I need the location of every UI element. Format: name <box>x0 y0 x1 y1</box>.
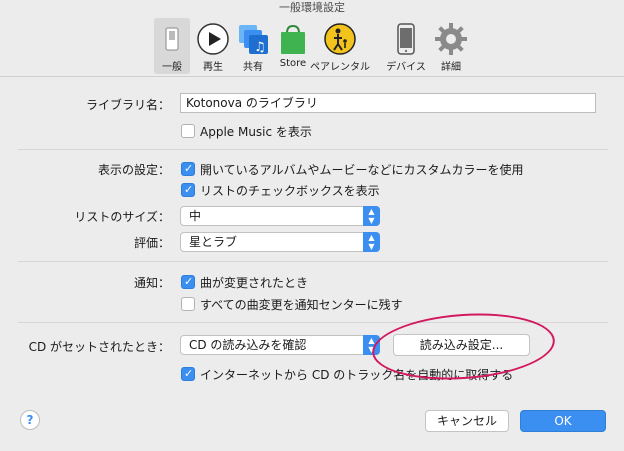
music-library-icon: ♫ <box>236 22 270 56</box>
tab-general[interactable]: 一般 <box>154 18 190 74</box>
notification-center-label: すべての曲変更を通知センターに残す <box>200 298 403 312</box>
cancel-button[interactable]: キャンセル <box>425 410 509 432</box>
rating-value: 星とラブ <box>189 235 238 249</box>
rating-select[interactable]: 星とラブ ▲ ▼ <box>180 232 380 252</box>
tab-parental[interactable]: ペアレンタル <box>304 18 376 74</box>
list-checkbox-label: リストのチェックボックスを表示 <box>200 184 380 198</box>
notify-label: 通知： <box>133 276 170 290</box>
tab-advanced[interactable]: 詳細 <box>434 18 468 74</box>
tab-devices[interactable]: デバイス <box>382 18 430 74</box>
library-name-field[interactable]: Kotonova のライブラリ <box>180 93 596 113</box>
apple-music-checkbox[interactable] <box>181 124 195 138</box>
cd-insert-label: CD がセットされたとき： <box>28 340 170 354</box>
svg-text:♫: ♫ <box>254 40 266 55</box>
play-icon <box>196 22 230 56</box>
cd-action-select[interactable]: CD の読み込みを確認 ▲ ▼ <box>180 335 380 355</box>
custom-color-label: 開いているアルバムやムービーなどにカスタムカラーを使用 <box>200 163 524 177</box>
list-size-value: 中 <box>189 209 202 223</box>
retrieve-track-names-checkbox[interactable] <box>181 367 195 381</box>
divider <box>18 261 608 262</box>
phone-icon <box>389 22 423 56</box>
chevron-updown-icon: ▲ ▼ <box>363 232 380 252</box>
divider <box>18 149 608 150</box>
toolbar: 一般 再生 ♫ 共有 Store ペアレンタル デバイス 詳細 <box>0 16 624 77</box>
tab-playback-label: 再生 <box>203 62 223 73</box>
notification-center-checkbox[interactable] <box>181 297 195 311</box>
gear-icon <box>434 22 468 56</box>
tab-advanced-label: 詳細 <box>441 62 461 73</box>
tab-parental-label: ペアレンタル <box>310 62 370 73</box>
apple-music-label: Apple Music を表示 <box>200 125 312 139</box>
song-change-label: 曲が変更されたとき <box>200 276 309 290</box>
cd-action-value: CD の読み込みを確認 <box>189 338 307 352</box>
list-checkbox-checkbox[interactable] <box>181 183 195 197</box>
tab-general-label: 一般 <box>162 62 182 73</box>
library-name-label: ライブラリ名： <box>85 98 170 112</box>
parental-icon <box>323 22 357 56</box>
tab-sharing[interactable]: ♫ 共有 <box>236 18 270 74</box>
chevron-updown-icon: ▲ ▼ <box>363 206 380 226</box>
song-change-checkbox[interactable] <box>181 275 195 289</box>
list-size-select[interactable]: 中 ▲ ▼ <box>180 206 380 226</box>
custom-color-checkbox[interactable] <box>181 162 195 176</box>
help-button[interactable]: ? <box>20 410 40 430</box>
window-title: 一般環境設定 <box>279 1 345 14</box>
display-settings-label: 表示の設定： <box>97 163 170 177</box>
switch-icon <box>155 22 189 56</box>
tab-playback[interactable]: 再生 <box>196 18 230 74</box>
tab-devices-label: デバイス <box>386 62 426 73</box>
tab-sharing-label: 共有 <box>243 62 263 73</box>
list-size-label: リストのサイズ： <box>74 210 170 224</box>
rating-label: 評価： <box>133 236 170 250</box>
ok-button[interactable]: OK <box>520 410 606 432</box>
